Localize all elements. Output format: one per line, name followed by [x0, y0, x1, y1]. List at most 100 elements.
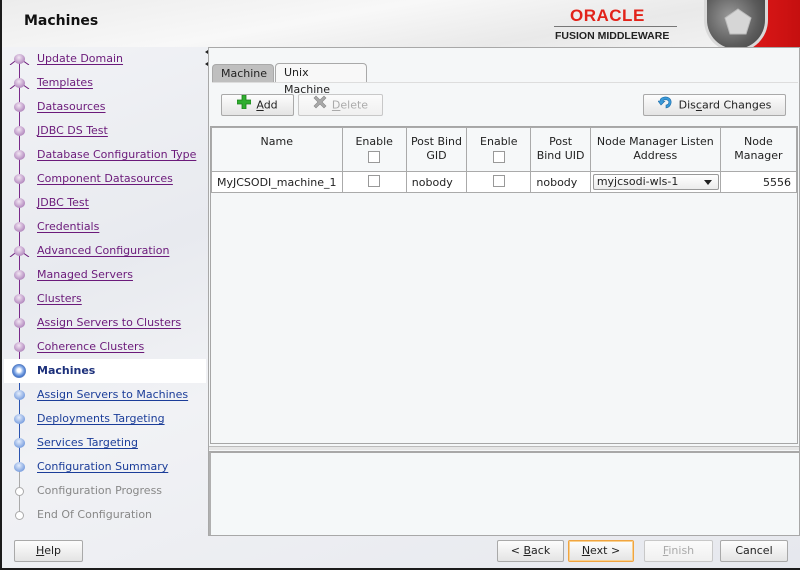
- sidebar-item-machines[interactable]: Machines: [4, 359, 206, 383]
- oracle-wordmark: ORACLE: [570, 6, 645, 25]
- sidebar-item-services-targeting[interactable]: Services Targeting: [4, 431, 206, 455]
- sidebar-item-clusters[interactable]: Clusters: [4, 287, 206, 311]
- sidebar-item-configuration-progress: Configuration Progress: [4, 479, 206, 503]
- enable-gid-checkbox[interactable]: [368, 174, 381, 187]
- cell-post-bind-gid[interactable]: nobody: [405, 171, 468, 193]
- step-dot-icon: [14, 102, 25, 112]
- help-button[interactable]: Help: [14, 540, 83, 562]
- delete-label: elete: [340, 98, 369, 112]
- column-header-post-bind-uid[interactable]: Post Bind UID: [530, 127, 591, 172]
- header-banner: Machines ORACLE FUSION MIDDLEWARE: [2, 0, 800, 52]
- sidebar-item-label: Managed Servers: [37, 268, 133, 281]
- sidebar-navigation: Update Domain Templates Datasources JDBC DS…: [4, 47, 206, 527]
- sidebar-item-database-configuration-type[interactable]: Database Configuration Type: [4, 143, 206, 167]
- enable-gid-all-checkbox[interactable]: [368, 151, 381, 163]
- unix-machines-table: Name Enable Post Bind GID Enable Post Bind…: [210, 126, 798, 444]
- step-dot-icon: [14, 222, 25, 232]
- sidebar-item-label: Machines: [37, 364, 96, 377]
- step-dot-icon: [14, 150, 25, 160]
- sidebar-item-component-datasources[interactable]: Component Datasources: [4, 167, 206, 191]
- listen-address-value: myjcsodi-wls-1: [596, 175, 679, 188]
- column-header-name[interactable]: Name: [211, 127, 343, 172]
- listen-address-dropdown[interactable]: myjcsodi-wls-1: [592, 174, 719, 190]
- sidebar-item-managed-servers[interactable]: Managed Servers: [4, 263, 206, 287]
- sidebar-item-label: Assign Servers to Machines: [37, 388, 189, 401]
- column-header-enable-uid[interactable]: Enable: [466, 127, 532, 172]
- column-header-node-manager-port[interactable]: Node Manager: [719, 127, 798, 172]
- cancel-button[interactable]: Cancel: [720, 540, 788, 562]
- installer-window: Machines ORACLE FUSION MIDDLEWARE Update…: [0, 0, 800, 570]
- next-button[interactable]: Next >: [568, 540, 634, 562]
- tab-unix-machine[interactable]: Unix Machine: [275, 63, 367, 96]
- step-dot-icon: [14, 174, 25, 184]
- tab-strip-divider: [212, 82, 798, 83]
- back-button[interactable]: < Back: [497, 540, 564, 562]
- sidebar-item-label: Update Domain: [37, 52, 124, 65]
- sidebar-item-label: Database Configuration Type: [37, 148, 197, 161]
- sidebar-item-label: Configuration Progress: [37, 484, 163, 497]
- sidebar-item-coherence-clusters[interactable]: Coherence Clusters: [4, 335, 206, 359]
- sidebar-item-label: JDBC DS Test: [37, 124, 108, 137]
- finish-label: inish: [668, 544, 695, 557]
- sidebar-item-label: Coherence Clusters: [37, 340, 145, 353]
- sidebar-item-datasources[interactable]: Datasources: [4, 95, 206, 119]
- fork-node-icon: [14, 78, 25, 88]
- current-step-dot-icon: [12, 364, 26, 378]
- sidebar-item-label: Advanced Configuration: [37, 244, 170, 257]
- step-dot-icon: [14, 342, 25, 352]
- sidebar-item-deployments-targeting[interactable]: Deployments Targeting: [4, 407, 206, 431]
- sidebar-item-jdbc-test[interactable]: JDBC Test: [4, 191, 206, 215]
- sidebar-item-assign-servers-to-clusters[interactable]: Assign Servers to Clusters: [4, 311, 206, 335]
- step-dot-icon: [14, 462, 25, 472]
- sidebar-item-end-of-configuration: End Of Configuration: [4, 503, 206, 527]
- logo-divider: [554, 26, 677, 27]
- oracle-logo: ORACLE FUSION MIDDLEWARE: [554, 4, 680, 44]
- column-header-listen-address[interactable]: Node Manager Listen Address: [589, 127, 721, 172]
- table-header-row: Name Enable Post Bind GID Enable Post Bind…: [211, 127, 798, 172]
- empty-step-dot-icon: [15, 487, 24, 496]
- sidebar-item-label: End Of Configuration: [37, 508, 153, 521]
- pane-splitter[interactable]: [209, 446, 799, 450]
- enable-uid-all-checkbox[interactable]: [492, 151, 505, 163]
- step-dot-icon: [14, 270, 25, 280]
- sidebar-item-templates[interactable]: Templates: [4, 71, 206, 95]
- column-header-enable-gid[interactable]: Enable: [341, 127, 407, 172]
- table-row[interactable]: MyJCSODI_machine_1 nobody nobody myjcsod…: [211, 171, 798, 193]
- discard-post: ard Changes: [701, 98, 772, 112]
- sidebar-item-update-domain[interactable]: Update Domain: [4, 47, 206, 71]
- step-dot-icon: [14, 126, 25, 136]
- add-button[interactable]: Add: [221, 94, 294, 116]
- back-prefix: <: [510, 544, 524, 557]
- sidebar-item-label: JDBC Test: [37, 196, 89, 209]
- sidebar-item-advanced-configuration[interactable]: Advanced Configuration: [4, 239, 206, 263]
- finish-button[interactable]: Finish: [644, 540, 713, 562]
- x-delete-icon: [313, 95, 327, 116]
- help-mnemonic: H: [35, 544, 45, 557]
- empty-step-dot-icon: [15, 511, 24, 520]
- delete-button[interactable]: Delete: [298, 94, 383, 116]
- cell-enable-gid[interactable]: [341, 171, 407, 193]
- cell-post-bind-uid[interactable]: nobody: [530, 171, 591, 193]
- sidebar-item-label: Component Datasources: [37, 172, 173, 185]
- discard-pre: Dis: [678, 98, 696, 112]
- cell-listen-address[interactable]: myjcsodi-wls-1: [589, 171, 721, 193]
- sidebar-item-configuration-summary[interactable]: Configuration Summary: [4, 455, 206, 479]
- sidebar-item-credentials[interactable]: Credentials: [4, 215, 206, 239]
- sidebar-item-assign-servers-to-machines[interactable]: Assign Servers to Machines: [4, 383, 206, 407]
- sidebar-item-label: Datasources: [37, 100, 106, 113]
- enable-uid-checkbox[interactable]: [492, 174, 505, 187]
- step-dot-icon: [14, 390, 25, 400]
- step-dot-icon: [14, 198, 25, 208]
- discard-changes-button[interactable]: Discard Changes: [643, 94, 786, 116]
- add-mnemonic: A: [256, 98, 264, 112]
- tab-machine[interactable]: Machine: [212, 64, 274, 82]
- fusion-middleware-wordmark: FUSION MIDDLEWARE: [555, 30, 670, 42]
- help-label: elp: [44, 544, 62, 557]
- sidebar-item-jdbc-ds-test[interactable]: JDBC DS Test: [4, 119, 206, 143]
- column-header-post-bind-gid[interactable]: Post Bind GID: [405, 127, 468, 172]
- cell-node-manager-port[interactable]: 5556: [719, 171, 798, 193]
- add-label: dd: [263, 98, 278, 112]
- cell-enable-uid[interactable]: [466, 171, 532, 193]
- sidebar-item-label: Credentials: [37, 220, 100, 233]
- cell-name[interactable]: MyJCSODI_machine_1: [211, 171, 343, 193]
